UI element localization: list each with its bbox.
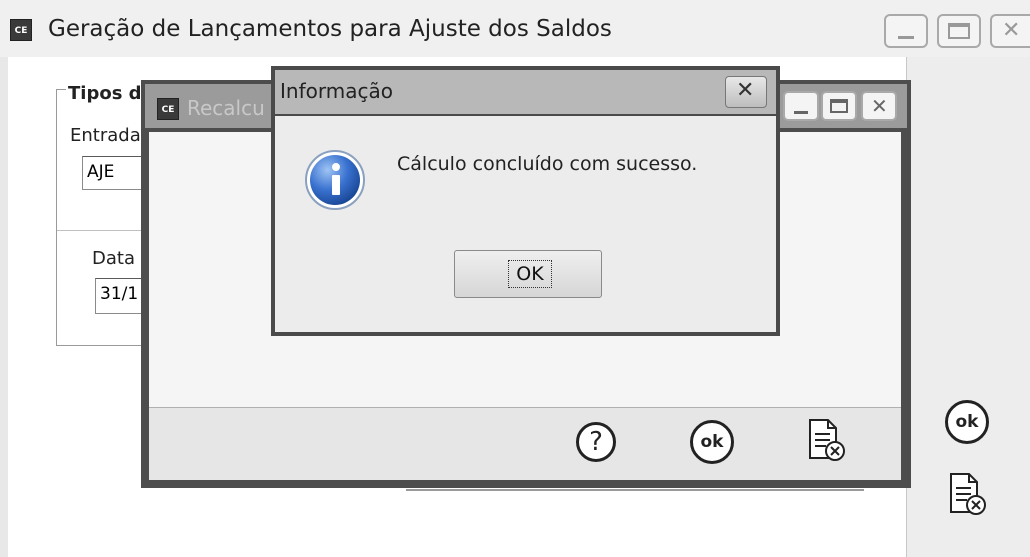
close-button[interactable]: ✕ xyxy=(725,76,767,108)
maximize-icon xyxy=(830,99,848,113)
ce-app-icon: CE xyxy=(157,98,179,120)
info-title-bar[interactable]: Informação ✕ xyxy=(275,70,776,114)
help-icon[interactable]: ? xyxy=(576,422,616,462)
maximize-button[interactable] xyxy=(937,14,981,48)
info-dialog-body: Cálculo concluído com sucesso. OK xyxy=(275,116,776,332)
side-toolbar: ok xyxy=(906,57,1030,557)
entrada-label: Entrada xyxy=(70,125,141,146)
window-title: Geração de Lançamentos para Ajuste dos S… xyxy=(48,16,612,42)
ok-icon[interactable]: ok xyxy=(690,420,734,464)
info-message: Cálculo concluído com sucesso. xyxy=(397,153,698,175)
ok-icon[interactable]: ok xyxy=(945,400,989,444)
cancel-document-icon[interactable] xyxy=(947,472,987,516)
minimize-button[interactable] xyxy=(884,14,928,48)
recalc-button-bar: ? ok xyxy=(149,407,901,480)
info-dialog: Informação ✕ Cálculo concluído com suces… xyxy=(271,66,780,336)
recalc-window-title: Recalcu xyxy=(187,96,265,120)
info-dialog-title: Informação xyxy=(280,79,393,103)
close-button[interactable]: ✕ xyxy=(861,91,897,121)
ce-app-icon: CE xyxy=(10,19,32,41)
minimize-icon xyxy=(898,36,914,39)
close-icon: ✕ xyxy=(736,78,755,103)
minimize-icon xyxy=(794,111,808,114)
maximize-button[interactable] xyxy=(821,91,857,121)
ok-button-label: OK xyxy=(508,260,552,288)
info-icon xyxy=(303,148,367,212)
cancel-document-icon[interactable] xyxy=(806,418,846,462)
close-icon: ✕ xyxy=(1002,18,1021,43)
data-label: Data xyxy=(92,248,135,269)
ok-button[interactable]: OK xyxy=(454,250,602,298)
hidden-field-underline xyxy=(406,489,864,491)
minimize-button[interactable] xyxy=(783,91,819,121)
close-icon: ✕ xyxy=(871,94,888,118)
maximize-icon xyxy=(948,23,970,39)
close-button[interactable]: ✕ xyxy=(990,14,1030,48)
main-title-bar[interactable]: CE Geração de Lançamentos para Ajuste do… xyxy=(0,0,1030,57)
